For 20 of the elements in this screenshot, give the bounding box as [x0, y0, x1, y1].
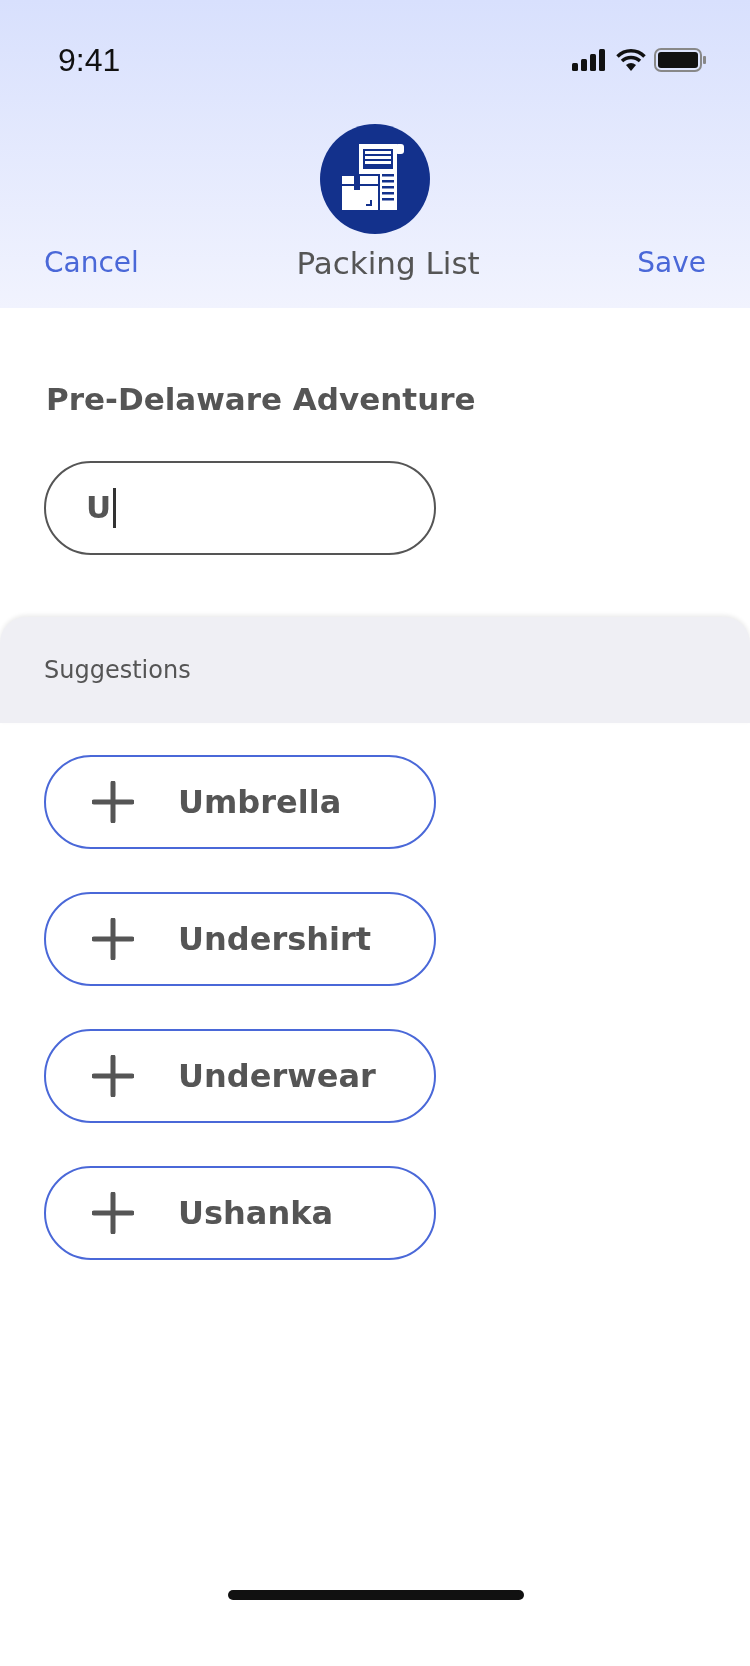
save-button[interactable]: Save: [637, 242, 706, 285]
cancel-button[interactable]: Cancel: [44, 242, 139, 285]
page-title: Packing List: [296, 244, 480, 283]
add-suggestion-button[interactable]: Umbrella: [44, 754, 436, 849]
status-time: 9:41: [58, 41, 121, 80]
input-field[interactable]: U: [44, 460, 436, 555]
plus-icon: [92, 1054, 134, 1097]
add-suggestion-button[interactable]: Underwear: [44, 1028, 436, 1123]
signal-icon: [572, 49, 608, 71]
add-suggestion-button[interactable]: Ushanka: [44, 1165, 436, 1260]
section-heading: Suggestions: [44, 654, 191, 686]
plus-icon: [92, 917, 134, 960]
plus-icon: [92, 1191, 134, 1234]
plus-icon: [92, 780, 134, 823]
text-cursor: [113, 487, 117, 528]
list-name: Pre-Delaware Adventure: [46, 380, 477, 419]
add-suggestion-button[interactable]: Undershirt: [44, 891, 436, 986]
packing-list-logo-icon: [320, 124, 430, 234]
wifi-icon: [616, 49, 646, 71]
battery-icon: [654, 48, 706, 72]
